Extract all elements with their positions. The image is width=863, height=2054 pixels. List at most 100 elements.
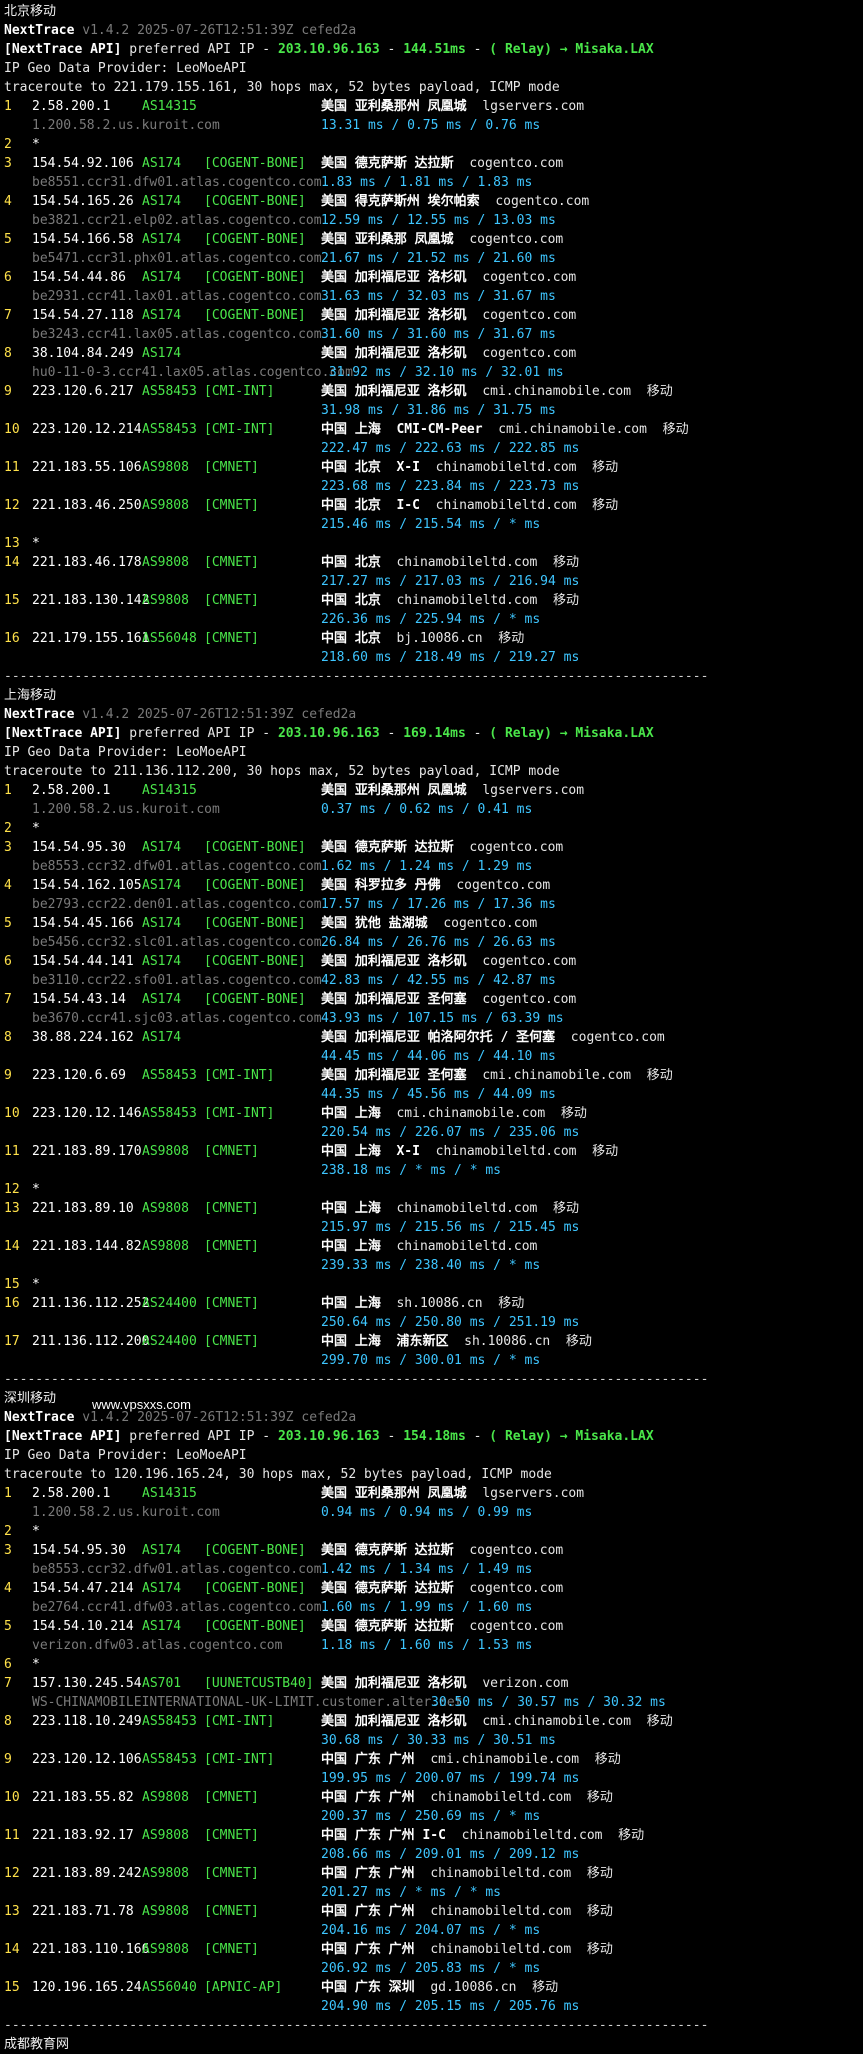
hop-asn: AS9808 — [142, 1201, 189, 1216]
relay-target: ( Relay) → Misaka.LAX — [489, 1429, 654, 1444]
hop-geo: 美国 德克萨斯 达拉斯 — [321, 1581, 454, 1596]
hop-org: lgservers.com — [482, 99, 585, 114]
traceroute-line: traceroute to 120.196.165.24, 30 hops ma… — [4, 1465, 859, 1484]
hop-ip: 223.118.10.249 — [32, 1714, 142, 1729]
hop-ip: 221.183.110.166 — [32, 1942, 150, 1957]
hop-geo: 中国 北京 X-I — [321, 460, 420, 475]
hop-org: cogentco.com — [570, 1030, 665, 1045]
hop-rdns: be2793.ccr22.den01.atlas.cogentco.com — [32, 897, 322, 912]
api-prefix: [NextTrace API] — [4, 42, 122, 57]
hop-rdns: be8551.ccr31.dfw01.atlas.cogentco.com — [32, 175, 322, 190]
hop-isp: 移动 — [618, 1828, 645, 1843]
hop-geo: 中国 上海 浦东新区 — [321, 1334, 449, 1349]
hop-number: 14 — [4, 555, 20, 570]
hop-org: cogentco.com — [482, 954, 577, 969]
hop-detail-row: verizon.dfw03.atlas.cogentco.com 1.18 ms … — [4, 1636, 859, 1655]
api-ip: 203.10.96.163 — [277, 42, 380, 57]
api-text: preferred API IP - — [129, 1429, 278, 1444]
hop-tag: [COGENT-BONE] — [204, 156, 306, 171]
hop-tag: [CMNET] — [204, 1239, 259, 1254]
hop-isp: 移动 — [586, 1942, 613, 1957]
hop-rtt: 13.31 ms / 0.75 ms / 0.76 ms — [321, 118, 541, 133]
hop-number: 3 — [4, 156, 12, 171]
timeout-star: * — [32, 137, 40, 152]
hop-detail-row: 220.54 ms / 226.07 ms / 235.06 ms — [4, 1123, 859, 1142]
hop-number: 8 — [4, 1714, 12, 1729]
hop-isp: 移动 — [553, 593, 580, 608]
hop-isp: 移动 — [565, 1334, 592, 1349]
hop-detail-row: 204.16 ms / 204.07 ms / * ms — [4, 1921, 859, 1940]
hop-detail-row: 44.35 ms / 45.56 ms / 44.09 ms — [4, 1085, 859, 1104]
hop-ip: 154.54.45.166 — [32, 916, 134, 931]
api-prefix: [NextTrace API] — [4, 726, 122, 741]
hop-rtt: 199.95 ms / 200.07 ms / 199.74 ms — [321, 1771, 580, 1786]
hop-geo: 中国 北京 I-C — [321, 498, 420, 513]
hop-asn: AS14315 — [142, 99, 197, 114]
hop-tag: [COGENT-BONE] — [204, 232, 306, 247]
hop-rdns: verizon.dfw03.atlas.cogentco.com — [32, 1638, 283, 1653]
hop-location: 中国 北京 chinamobileltd.com 移动 — [321, 553, 579, 572]
hop-geo: 美国 加利福尼亚 帕洛阿尔托 / 圣何塞 — [321, 1030, 556, 1045]
hop-asn: AS24400 — [142, 1296, 197, 1311]
hop-geo: 中国 北京 — [321, 631, 381, 646]
hop-location: 美国 亚利桑那州 凤凰城 lgservers.com — [321, 1484, 584, 1503]
hop-location: 中国 广东 广州 I-C chinamobileltd.com 移动 — [321, 1826, 644, 1845]
hop-row: 13 221.183.89.10 AS9808 [CMNET] 中国 上海 chinam… — [4, 1199, 859, 1218]
hop-asn: AS24400 — [142, 1334, 197, 1349]
hop-number: 11 — [4, 1828, 20, 1843]
geo-provider-line: IP Geo Data Provider: LeoMoeAPI — [4, 59, 859, 78]
hop-number: 14 — [4, 1942, 20, 1957]
hop-location: 中国 广东 广州 chinamobileltd.com 移动 — [321, 1864, 613, 1883]
api-ms: 144.51ms — [403, 42, 466, 57]
hop-asn: AS58453 — [142, 1752, 197, 1767]
hop-org: chinamobileltd.com — [396, 1201, 538, 1216]
hop-rtt: 42.83 ms / 42.55 ms / 42.87 ms — [321, 973, 556, 988]
hop-rdns: hu0-11-0-3.ccr41.lax05.atlas.cogentco.co… — [32, 365, 353, 380]
hop-org: cogentco.com — [443, 916, 538, 931]
timeout-star: * — [32, 536, 40, 551]
hop-row: 10 223.120.12.214 AS58453 [CMI-INT] 中国 上海 CM… — [4, 420, 859, 439]
hop-ip: 221.183.71.78 — [32, 1904, 134, 1919]
hop-row: 2 * — [4, 135, 859, 154]
hop-asn: AS9808 — [142, 1828, 189, 1843]
divider-text: ----------------------------------------… — [4, 2018, 709, 2033]
hop-number: 16 — [4, 631, 20, 646]
hop-row: 2 * — [4, 1522, 859, 1541]
hop-asn: AS9808 — [142, 555, 189, 570]
hop-geo: 美国 加利福尼亚 洛杉矶 — [321, 384, 467, 399]
hop-location: 美国 加利福尼亚 洛杉矶 cogentco.com — [321, 306, 576, 325]
hop-geo: 美国 犹他 盐湖城 — [321, 916, 428, 931]
hop-number: 15 — [4, 1980, 20, 1995]
hop-tag: [CMNET] — [204, 498, 259, 513]
hop-row: 1 2.58.200.1 AS14315 美国 亚利桑那州 凤凰城 lgservers… — [4, 781, 859, 800]
hop-geo: 美国 得克萨斯州 埃尔帕索 — [321, 194, 480, 209]
hop-isp: 移动 — [553, 555, 580, 570]
hop-location: 中国 北京 bj.10086.cn 移动 — [321, 629, 524, 648]
hop-row: 3 154.54.95.30 AS174 [COGENT-BONE] 美国 德克萨斯 达… — [4, 838, 859, 857]
hop-detail-row: 1.200.58.2.us.kuroit.com 13.31 ms / 0.75 … — [4, 116, 859, 135]
hop-geo: 中国 广东 广州 — [321, 1752, 415, 1767]
hop-location: 美国 加利福尼亚 圣何塞 cmi.chinamobile.com 移动 — [321, 1066, 673, 1085]
hop-location: 中国 广东 广州 chinamobileltd.com 移动 — [321, 1788, 613, 1807]
hop-ip: 223.120.12.214 — [32, 422, 142, 437]
hop-geo: 美国 亚利桑那州 凤凰城 — [321, 783, 467, 798]
hop-tag: [CMNET] — [204, 1201, 259, 1216]
relay-target: ( Relay) → Misaka.LAX — [489, 42, 654, 57]
hop-detail-row: 238.18 ms / * ms / * ms — [4, 1161, 859, 1180]
hop-number: 17 — [4, 1334, 20, 1349]
hop-ip: 154.54.166.58 — [32, 232, 134, 247]
hop-location: 中国 上海 chinamobileltd.com 移动 — [321, 1199, 579, 1218]
hop-org: cogentco.com — [469, 156, 564, 171]
hop-ip: 154.54.10.214 — [32, 1619, 134, 1634]
hop-geo: 美国 加利福尼亚 洛杉矶 — [321, 346, 467, 361]
hop-ip: 221.183.89.10 — [32, 1201, 134, 1216]
hop-number: 13 — [4, 536, 20, 551]
hop-rtt: 0.37 ms / 0.62 ms / 0.41 ms — [321, 802, 533, 817]
hop-asn: AS58453 — [142, 422, 197, 437]
hop-row: 5 154.54.10.214 AS174 [COGENT-BONE] 美国 德克萨斯 … — [4, 1617, 859, 1636]
hop-asn: AS174 — [142, 270, 182, 285]
hop-geo: 中国 上海 X-I — [321, 1144, 420, 1159]
geo-provider-line: IP Geo Data Provider: LeoMoeAPI — [4, 743, 859, 762]
hop-ip: 221.183.92.17 — [32, 1828, 134, 1843]
hop-tag: [CMNET] — [204, 631, 259, 646]
